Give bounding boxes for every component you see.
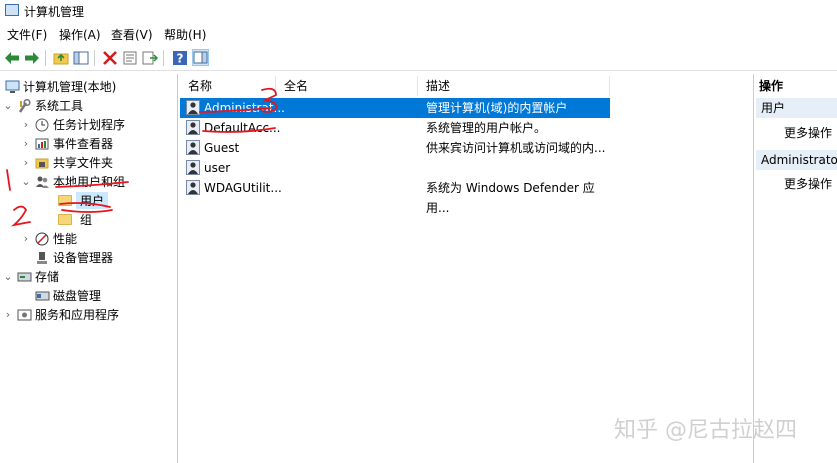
user-description: 系统为 Windows Defender 应用... xyxy=(426,181,595,215)
menu-view[interactable]: 查看(V) xyxy=(111,26,153,43)
tree-item-task-scheduler[interactable]: › 任务计划程序 xyxy=(20,115,125,134)
folder-icon xyxy=(57,193,73,209)
more-actions-link[interactable]: 更多操作 xyxy=(784,124,832,141)
actions-header: 操作 xyxy=(759,79,784,93)
column-header-description[interactable]: 描述 xyxy=(418,76,610,96)
user-name: user xyxy=(204,161,231,175)
navigation-tree: 计算机管理(本地) ⌄ 系统工具 › 任务计划程序 › 事件查看器 › 共享文件… xyxy=(0,74,178,463)
tree-item-shared-folders[interactable]: › 共享文件夹 xyxy=(20,153,113,172)
tree-label-users: 用户 xyxy=(76,192,109,209)
forward-arrow-icon[interactable] xyxy=(23,49,40,66)
actions-section-administrator[interactable]: Administrator xyxy=(756,150,837,170)
tree-item-performance[interactable]: › 性能 xyxy=(20,229,77,248)
user-name: Administrat... xyxy=(204,101,285,115)
shared-folder-icon xyxy=(34,155,50,171)
column-header-name[interactable]: 名称 xyxy=(180,76,276,96)
computer-icon xyxy=(4,79,20,95)
tree-item-storage[interactable]: ⌄ 存储 xyxy=(2,267,59,286)
properties-icon[interactable] xyxy=(121,49,138,66)
export-list-icon[interactable] xyxy=(141,49,158,66)
column-header-fullname[interactable]: 全名 xyxy=(276,76,418,96)
tree-label-event-viewer: 事件查看器 xyxy=(53,137,114,151)
user-name: DefaultAcc... xyxy=(204,121,281,135)
tree-item-event-viewer[interactable]: › 事件查看器 xyxy=(20,134,113,153)
menu-file[interactable]: 文件(F) xyxy=(7,26,47,43)
up-folder-icon[interactable] xyxy=(52,49,69,66)
users-group-icon xyxy=(34,174,50,190)
chevron-right-icon[interactable]: › xyxy=(20,118,32,131)
storage-icon xyxy=(16,269,32,285)
back-arrow-icon[interactable] xyxy=(3,49,20,66)
table-row[interactable]: DefaultAcc... 系统管理的用户帐户。 xyxy=(180,118,610,138)
chevron-down-icon[interactable]: ⌄ xyxy=(20,175,32,188)
actions-section-users[interactable]: 用户 xyxy=(756,98,837,118)
window-title: 计算机管理 xyxy=(24,5,85,19)
performance-icon xyxy=(34,231,50,247)
tree-label-task-scheduler: 任务计划程序 xyxy=(53,118,126,132)
tree-item-system-tools[interactable]: ⌄ 系统工具 xyxy=(2,96,83,115)
device-manager-icon xyxy=(34,250,50,266)
svg-text:?: ? xyxy=(176,51,183,65)
tree-label-performance: 性能 xyxy=(53,232,78,246)
delete-icon[interactable] xyxy=(101,49,118,66)
tree-label-local-users-groups: 本地用户和组 xyxy=(53,175,126,189)
title-bar: 计算机管理 xyxy=(0,0,837,22)
show-action-pane-icon[interactable] xyxy=(192,49,209,66)
chevron-right-icon[interactable]: › xyxy=(2,308,14,321)
menu-bar: 文件(F) 操作(A) 查看(V) 帮助(H) xyxy=(0,24,837,44)
table-row[interactable]: Guest 供来宾访问计算机或访问域的内... xyxy=(180,138,610,158)
chevron-down-icon[interactable]: ⌄ xyxy=(2,270,14,283)
menu-action[interactable]: 操作(A) xyxy=(59,26,101,43)
user-description: 管理计算机(域)的内置帐户 xyxy=(426,101,568,115)
clock-icon xyxy=(34,117,50,133)
services-icon xyxy=(16,307,32,323)
tree-item-local-users-groups[interactable]: ⌄ 本地用户和组 xyxy=(20,172,125,191)
chevron-right-icon[interactable]: › xyxy=(20,156,32,169)
chevron-right-icon[interactable]: › xyxy=(20,137,32,150)
tree-item-groups[interactable]: 组 xyxy=(55,210,92,229)
menu-help[interactable]: 帮助(H) xyxy=(164,26,206,43)
user-description: 系统管理的用户帐户。 xyxy=(426,121,547,135)
more-actions-link[interactable]: 更多操作 xyxy=(784,175,832,192)
chevron-down-icon[interactable]: ⌄ xyxy=(2,99,14,112)
user-description: 供来宾访问计算机或访问域的内... xyxy=(426,141,606,155)
tree-item-disk-management[interactable]: 磁盘管理 xyxy=(32,286,101,305)
table-row[interactable]: WDAGUtilit... 系统为 Windows Defender 应用... xyxy=(180,178,610,215)
tree-label-system-tools: 系统工具 xyxy=(35,99,84,113)
tools-icon xyxy=(16,98,32,114)
user-icon xyxy=(186,180,200,201)
tree-label-root: 计算机管理(本地) xyxy=(23,80,117,94)
user-name: WDAGUtilit... xyxy=(204,181,282,195)
tree-label-shared-folders: 共享文件夹 xyxy=(53,156,114,170)
disk-icon xyxy=(34,288,50,304)
user-list: 名称 全名 描述 Administrat... 管理计算机(域)的内置帐户 De… xyxy=(180,74,750,463)
toolbar: ? xyxy=(0,46,837,71)
tree-item-users[interactable]: 用户 xyxy=(55,191,109,210)
watermark: 知乎 @尼古拉赵四 xyxy=(614,418,797,443)
show-hide-tree-icon[interactable] xyxy=(72,49,89,66)
event-viewer-icon xyxy=(34,136,50,152)
chevron-right-icon[interactable]: › xyxy=(20,232,32,245)
computer-management-icon xyxy=(5,4,19,16)
tree-item-root[interactable]: 计算机管理(本地) xyxy=(2,77,116,96)
tree-label-services-apps: 服务和应用程序 xyxy=(35,308,120,322)
user-name: Guest xyxy=(204,141,240,155)
tree-label-device-manager: 设备管理器 xyxy=(53,251,114,265)
tree-item-device-manager[interactable]: 设备管理器 xyxy=(32,248,113,267)
tree-item-services-apps[interactable]: › 服务和应用程序 xyxy=(2,305,119,324)
table-row[interactable]: user xyxy=(180,158,610,178)
table-row[interactable]: Administrat... 管理计算机(域)的内置帐户 xyxy=(180,98,610,118)
actions-pane: 操作 用户 更多操作 Administrator 更多操作 xyxy=(753,74,837,463)
tree-label-disk-management: 磁盘管理 xyxy=(53,289,102,303)
tree-label-groups: 组 xyxy=(80,213,93,227)
tree-label-storage: 存储 xyxy=(35,270,60,284)
help-icon[interactable]: ? xyxy=(171,49,188,66)
folder-icon xyxy=(57,212,73,228)
